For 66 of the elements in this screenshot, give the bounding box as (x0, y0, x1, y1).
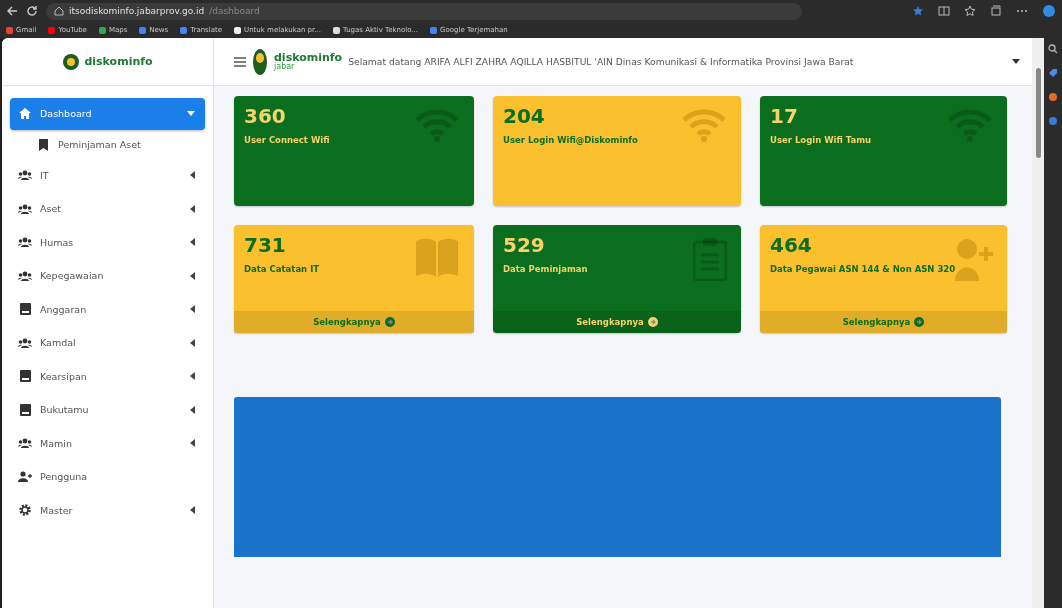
back-icon[interactable] (6, 5, 18, 17)
users-icon (18, 337, 32, 348)
logo-text: diskominfo (84, 55, 153, 68)
sidebar-item[interactable]: Peminjaman Aset (10, 131, 205, 158)
clipboard-icon (693, 237, 727, 281)
stat-label: User Login Wifi@Diskominfo (503, 134, 639, 147)
book-icon (414, 237, 460, 277)
more-info-link[interactable]: Selengkapnya (493, 311, 741, 333)
stat-value: 731 (244, 233, 286, 257)
book-icon (18, 370, 32, 383)
sidebar-item[interactable]: Kepegawaian (10, 260, 205, 292)
sidebar-item[interactable]: Dashboard (10, 98, 205, 130)
arrow-circle-icon (384, 317, 395, 327)
users-icon (18, 438, 32, 449)
arrow-circle-icon (647, 317, 658, 327)
menu-icon[interactable] (234, 56, 246, 67)
favorites-icon[interactable] (964, 5, 976, 17)
stat-label: User Connect Wifi (244, 134, 331, 147)
stat-value: 204 (503, 104, 545, 128)
sidebar-item[interactable]: Aset (10, 193, 205, 225)
sidebar-item[interactable]: Humas (10, 226, 205, 258)
sidebar-item[interactable]: Pengguna (10, 461, 205, 493)
welcome-text: Selamat datang ARIFA ALFI ZAHRA AQILLA HASBITUL 'AIN Dinas Komunikasi & Informatika Provinsi Jawa Barat (348, 56, 855, 67)
users-icon (18, 170, 32, 181)
bookmark-icon (36, 138, 50, 151)
stat-label: Data Peminjaman (503, 263, 589, 276)
search-icon[interactable] (1048, 44, 1058, 54)
shape-icon[interactable] (1048, 116, 1058, 126)
user-plus-icon (953, 237, 993, 281)
arrow-circle-icon (914, 317, 925, 327)
logo-subtext: jabar (274, 63, 295, 71)
tag-icon[interactable] (1048, 68, 1058, 78)
wifi-icon (681, 108, 727, 142)
logo-icon (252, 47, 268, 76)
gear-icon (18, 504, 32, 517)
caret-icon[interactable] (1012, 58, 1020, 65)
address-bar[interactable]: itsodiskominfo.jabarprov.go.id /dashboard (46, 2, 802, 20)
home-icon (18, 108, 32, 120)
user-plus-icon (18, 471, 32, 483)
collections-icon[interactable] (990, 5, 1002, 17)
stat-label: Data Catatan IT (244, 263, 321, 276)
sidebar-item[interactable]: Mamin (10, 427, 205, 459)
users-icon (18, 270, 32, 281)
reload-icon[interactable] (26, 5, 38, 17)
stat-value: 529 (503, 233, 545, 257)
book-icon (18, 303, 32, 316)
sidebar-item[interactable]: IT (10, 159, 205, 191)
users-icon (18, 203, 32, 214)
logo-text: diskominfo (274, 52, 343, 63)
stat-value: 360 (244, 104, 286, 128)
split-screen-icon[interactable] (938, 5, 950, 17)
star-icon[interactable] (912, 5, 924, 17)
sidebar-item[interactable]: Anggaran (10, 293, 205, 325)
shape-icon[interactable] (1048, 92, 1058, 102)
stat-value: 464 (770, 233, 812, 257)
sidebar-item[interactable]: Kearsipan (10, 360, 205, 392)
users-icon (18, 237, 32, 248)
stat-label: User Login Wifi Tamu (770, 134, 873, 147)
scrollbar[interactable] (1032, 38, 1044, 608)
sidebar-item[interactable]: Bukutamu (10, 394, 205, 426)
stat-value: 17 (770, 104, 798, 128)
logo-icon (62, 52, 81, 71)
book-icon (18, 403, 32, 416)
sidebar-item[interactable]: Master (10, 494, 205, 526)
sidebar-item[interactable]: Kamdal (10, 327, 205, 359)
stat-label: Data Pegawai ASN 144 & Non ASN 320 (770, 263, 957, 276)
